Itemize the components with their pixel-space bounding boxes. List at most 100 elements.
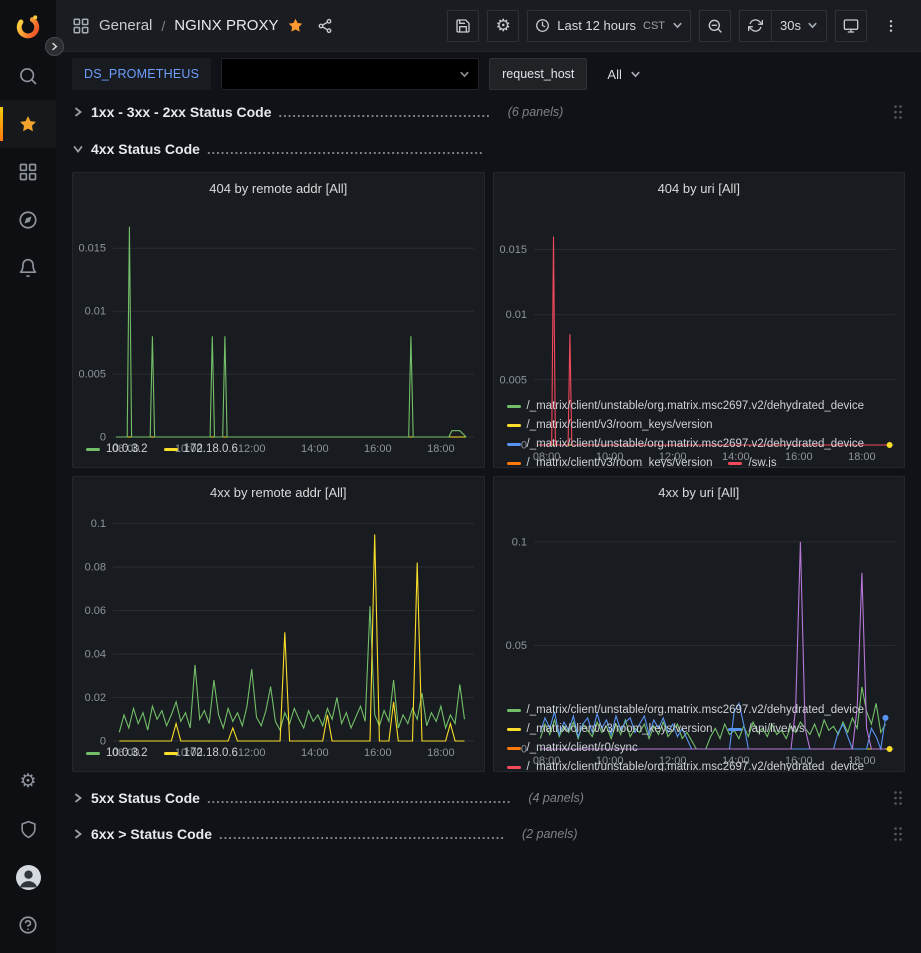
legend-item[interactable]: /_matrix/client/unstable/org.matrix.msc2…	[507, 397, 865, 416]
dashboards-grid-icon	[18, 162, 38, 182]
legend-swatch-icon	[86, 448, 100, 451]
refresh-interval-dropdown[interactable]: 30s	[772, 11, 826, 41]
row-drag-handle[interactable]	[891, 102, 905, 122]
sidebar-item-search[interactable]	[0, 52, 56, 100]
share-icon[interactable]	[317, 18, 333, 34]
sidebar-item-dashboards[interactable]	[0, 148, 56, 196]
top-navbar: General / NGINX PROXY ⚙ Last 12 hours CS…	[56, 0, 921, 52]
svg-text:0.1: 0.1	[91, 518, 106, 530]
request-host-variable-value: All	[607, 67, 621, 82]
chart-404-by-remote-addr[interactable]: 00.0050.010.01508:0010:0012:0014:0016:00…	[73, 203, 484, 438]
more-options-button[interactable]	[875, 10, 907, 42]
breadcrumb-folder[interactable]: General	[99, 17, 152, 34]
sidebar-item-starred[interactable]	[0, 100, 56, 148]
tv-mode-button[interactable]	[835, 10, 867, 42]
row-6xx[interactable]: 6xx > Status Code ......................…	[72, 820, 905, 848]
panel-title[interactable]: 404 by remote addr [All]	[73, 173, 484, 203]
legend-item[interactable]: 172.18.0.6	[164, 744, 238, 763]
row-panel-count: (6 panels)	[508, 105, 564, 119]
legend-label: /_matrix/client/v3/room_keys/version	[527, 720, 713, 739]
zoom-out-icon	[707, 18, 723, 34]
panel-404-by-uri: 404 by uri [All] 00.0050.010.01508:0010:…	[493, 172, 906, 468]
legend-swatch-icon	[507, 709, 521, 712]
save-icon	[455, 18, 471, 34]
panel-legend: /_matrix/client/unstable/org.matrix.msc2…	[494, 395, 905, 467]
timezone-label: CST	[643, 20, 665, 32]
dashboard-settings-button[interactable]: ⚙	[487, 10, 519, 42]
legend-swatch-icon	[507, 766, 521, 769]
sidebar: ⚙	[0, 0, 56, 953]
time-range-picker[interactable]: Last 12 hours CST	[527, 10, 691, 42]
sidebar-item-configuration[interactable]: ⚙	[0, 757, 56, 805]
chart-404-by-uri[interactable]: 00.0050.010.01508:0010:0012:0014:0016:00…	[494, 203, 905, 395]
collapsed-rows: 5xx Status Code ........................…	[72, 784, 905, 848]
chart-4xx-by-remote-addr[interactable]: 00.020.040.060.080.108:0010:0012:0014:00…	[73, 507, 484, 742]
legend-item[interactable]: /_matrix/client/r0/sync	[507, 739, 638, 758]
gear-icon: ⚙	[496, 17, 511, 34]
request-host-variable-label[interactable]: request_host	[489, 58, 587, 90]
sidebar-item-help[interactable]	[0, 901, 56, 949]
row-1xx-3xx-2xx[interactable]: 1xx - 3xx - 2xx Status Code ............…	[72, 98, 905, 126]
chevron-down-icon	[459, 69, 470, 80]
chevron-down-icon	[630, 69, 641, 80]
legend-item[interactable]: 10.0.3.2	[86, 440, 148, 459]
panel-title[interactable]: 4xx by uri [All]	[494, 477, 905, 507]
apps-grid-icon	[72, 17, 90, 35]
legend-label: /_matrix/client/unstable/org.matrix.msc2…	[527, 397, 865, 416]
svg-text:0.1: 0.1	[511, 536, 526, 548]
chart-svg: 00.020.040.060.080.108:0010:0012:0014:00…	[73, 507, 484, 761]
panel-4xx-by-uri: 4xx by uri [All] 00.050.108:0010:0012:00…	[493, 476, 906, 772]
legend-label: 10.0.3.2	[106, 744, 148, 763]
legend-label: 172.18.0.6	[184, 440, 238, 459]
row-title-dots: ........................................…	[279, 105, 491, 120]
chart-4xx-by-uri[interactable]: 00.050.108:0010:0012:0014:0016:0018:00	[494, 507, 905, 699]
panel-title[interactable]: 4xx by remote addr [All]	[73, 477, 484, 507]
refresh-button[interactable]	[740, 11, 771, 41]
panel-grid: 404 by remote addr [All] 00.0050.010.015…	[72, 172, 905, 772]
chevron-down-icon	[672, 20, 683, 31]
row-5xx[interactable]: 5xx Status Code ........................…	[72, 784, 905, 812]
search-icon	[18, 66, 38, 86]
sidebar-item-explore[interactable]	[0, 196, 56, 244]
legend-label: /_matrix/client/unstable/org.matrix.msc2…	[527, 435, 865, 454]
refresh-icon	[748, 18, 763, 33]
svg-text:0.015: 0.015	[499, 244, 527, 256]
bell-icon	[18, 258, 38, 278]
svg-text:0.01: 0.01	[85, 306, 106, 318]
save-dashboard-button[interactable]	[447, 10, 479, 42]
legend-label: /api/live/ws	[748, 720, 804, 739]
legend-item[interactable]: /api/live/ws	[728, 720, 804, 739]
sidebar-item-profile[interactable]	[0, 853, 56, 901]
legend-item[interactable]: /_matrix/client/v3/room_keys/version	[507, 454, 713, 467]
sidebar-expand-button[interactable]	[45, 37, 64, 56]
sidebar-item-server-admin[interactable]	[0, 805, 56, 853]
sidebar-item-alerting[interactable]	[0, 244, 56, 292]
legend-label: /_matrix/client/unstable/org.matrix.msc2…	[527, 701, 865, 720]
legend-item[interactable]: 10.0.3.2	[86, 744, 148, 763]
legend-item[interactable]: /_matrix/client/unstable/org.matrix.msc2…	[507, 758, 865, 771]
chart-svg: 00.0050.010.01508:0010:0012:0014:0016:00…	[73, 203, 484, 457]
row-4xx[interactable]: 4xx Status Code ........................…	[72, 135, 905, 163]
gear-icon: ⚙	[19, 772, 36, 791]
main-area: General / NGINX PROXY ⚙ Last 12 hours CS…	[56, 0, 921, 953]
legend-item[interactable]: /_matrix/client/unstable/org.matrix.msc2…	[507, 435, 865, 454]
row-drag-handle[interactable]	[891, 824, 905, 844]
row-title: 6xx > Status Code	[91, 826, 212, 842]
datasource-variable-label[interactable]: DS_PROMETHEUS	[72, 58, 211, 90]
legend-item[interactable]: /_matrix/client/v3/room_keys/version	[507, 720, 713, 739]
request-host-variable-select[interactable]: All	[597, 58, 650, 90]
avatar	[16, 865, 41, 890]
row-title-dots: ........................................…	[207, 791, 511, 806]
panel-title[interactable]: 404 by uri [All]	[494, 173, 905, 203]
legend-item[interactable]: /_matrix/client/unstable/org.matrix.msc2…	[507, 701, 865, 720]
row-drag-handle[interactable]	[891, 788, 905, 808]
legend-item[interactable]: /_matrix/client/v3/room_keys/version	[507, 416, 713, 435]
legend-item[interactable]: /sw.js	[728, 454, 776, 467]
datasource-variable-select[interactable]	[221, 58, 479, 90]
favorite-star-icon[interactable]	[287, 17, 304, 34]
zoom-out-button[interactable]	[699, 10, 731, 42]
breadcrumb: General / NGINX PROXY	[72, 17, 333, 35]
refresh-interval-value: 30s	[780, 18, 801, 33]
legend-item[interactable]: 172.18.0.6	[164, 440, 238, 459]
svg-text:0.06: 0.06	[85, 605, 106, 617]
